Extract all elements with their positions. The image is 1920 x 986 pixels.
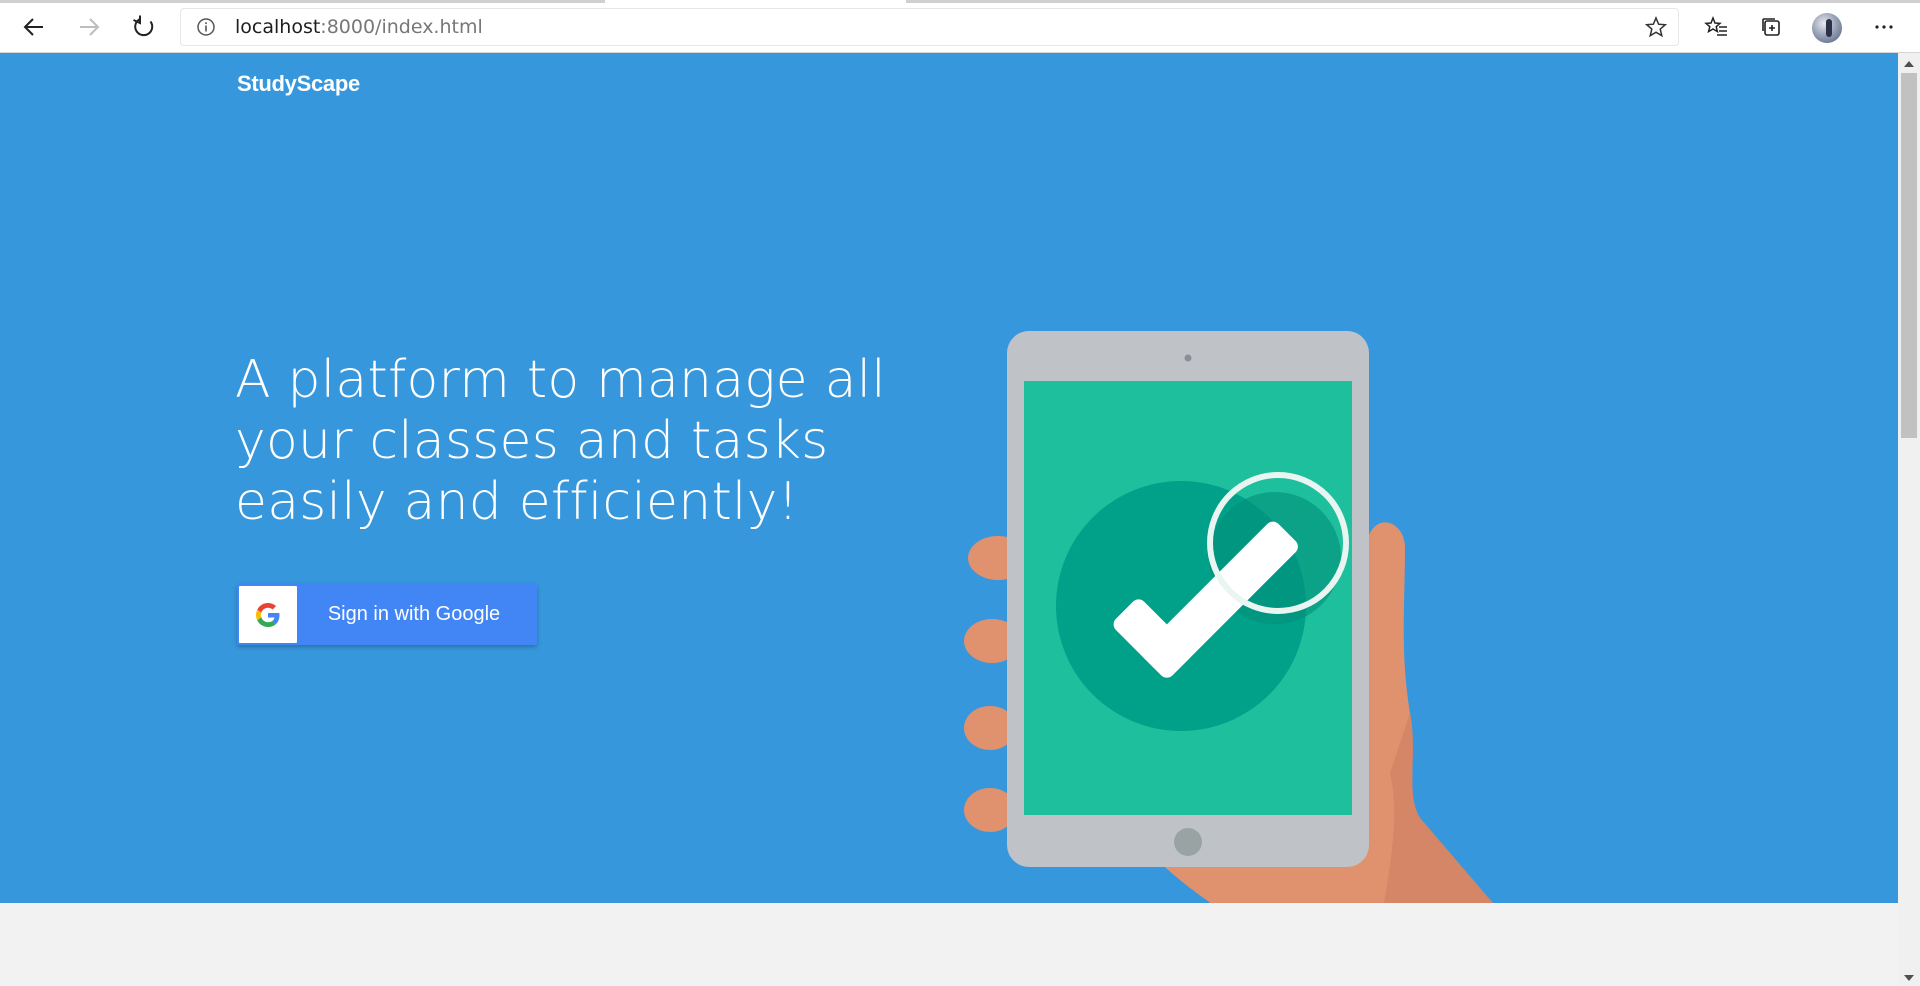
google-logo-icon: [239, 586, 297, 643]
headline-line: your classes and tasks: [235, 411, 829, 471]
scroll-thumb[interactable]: [1901, 73, 1917, 438]
tab-strip-edge: [906, 0, 1920, 3]
headline-line: easily and efficiently!: [235, 472, 799, 532]
favorites-button[interactable]: [1698, 9, 1734, 45]
tab-strip-edge: [0, 0, 605, 3]
refresh-icon: [133, 15, 154, 37]
tablet-camera: [1184, 354, 1192, 362]
url-path: :8000/index.html: [320, 16, 483, 38]
browser-toolbar: localhost:8000/index.html: [0, 0, 1920, 53]
google-signin-button[interactable]: Sign in with Google: [237, 584, 537, 645]
star-icon[interactable]: [1645, 16, 1667, 38]
headline-line: A platform to manage all: [235, 350, 886, 410]
collections-button[interactable]: [1753, 9, 1789, 45]
back-icon: [23, 18, 43, 36]
page-scrollbar[interactable]: [1898, 53, 1920, 986]
scroll-down-arrow[interactable]: [1898, 970, 1920, 986]
tablet-hand-illustration: [964, 331, 1493, 903]
forward-button[interactable]: [71, 9, 107, 45]
collections-icon: [1762, 18, 1780, 36]
scroll-up-arrow[interactable]: [1898, 56, 1920, 72]
address-bar[interactable]: localhost:8000/index.html: [180, 8, 1679, 46]
info-icon[interactable]: [196, 17, 216, 37]
profile-avatar[interactable]: [1812, 13, 1842, 43]
tablet-home-button: [1174, 828, 1202, 856]
url-host: localhost: [235, 16, 321, 38]
forward-icon: [80, 18, 100, 36]
hero-headline: A platform to manage all your classes an…: [235, 350, 886, 533]
back-button[interactable]: [16, 9, 52, 45]
hero-section: StudyScape A platform to manage all your…: [0, 53, 1898, 903]
url-text[interactable]: localhost:8000/index.html: [235, 16, 483, 38]
favorites-icon: [1704, 15, 1727, 36]
refresh-button[interactable]: [126, 9, 162, 45]
more-button[interactable]: [1866, 9, 1902, 45]
brand-logo[interactable]: StudyScape: [237, 71, 360, 97]
page-below-hero: [0, 903, 1898, 986]
google-signin-label: Sign in with Google: [327, 603, 501, 625]
more-icon: [1875, 25, 1893, 29]
